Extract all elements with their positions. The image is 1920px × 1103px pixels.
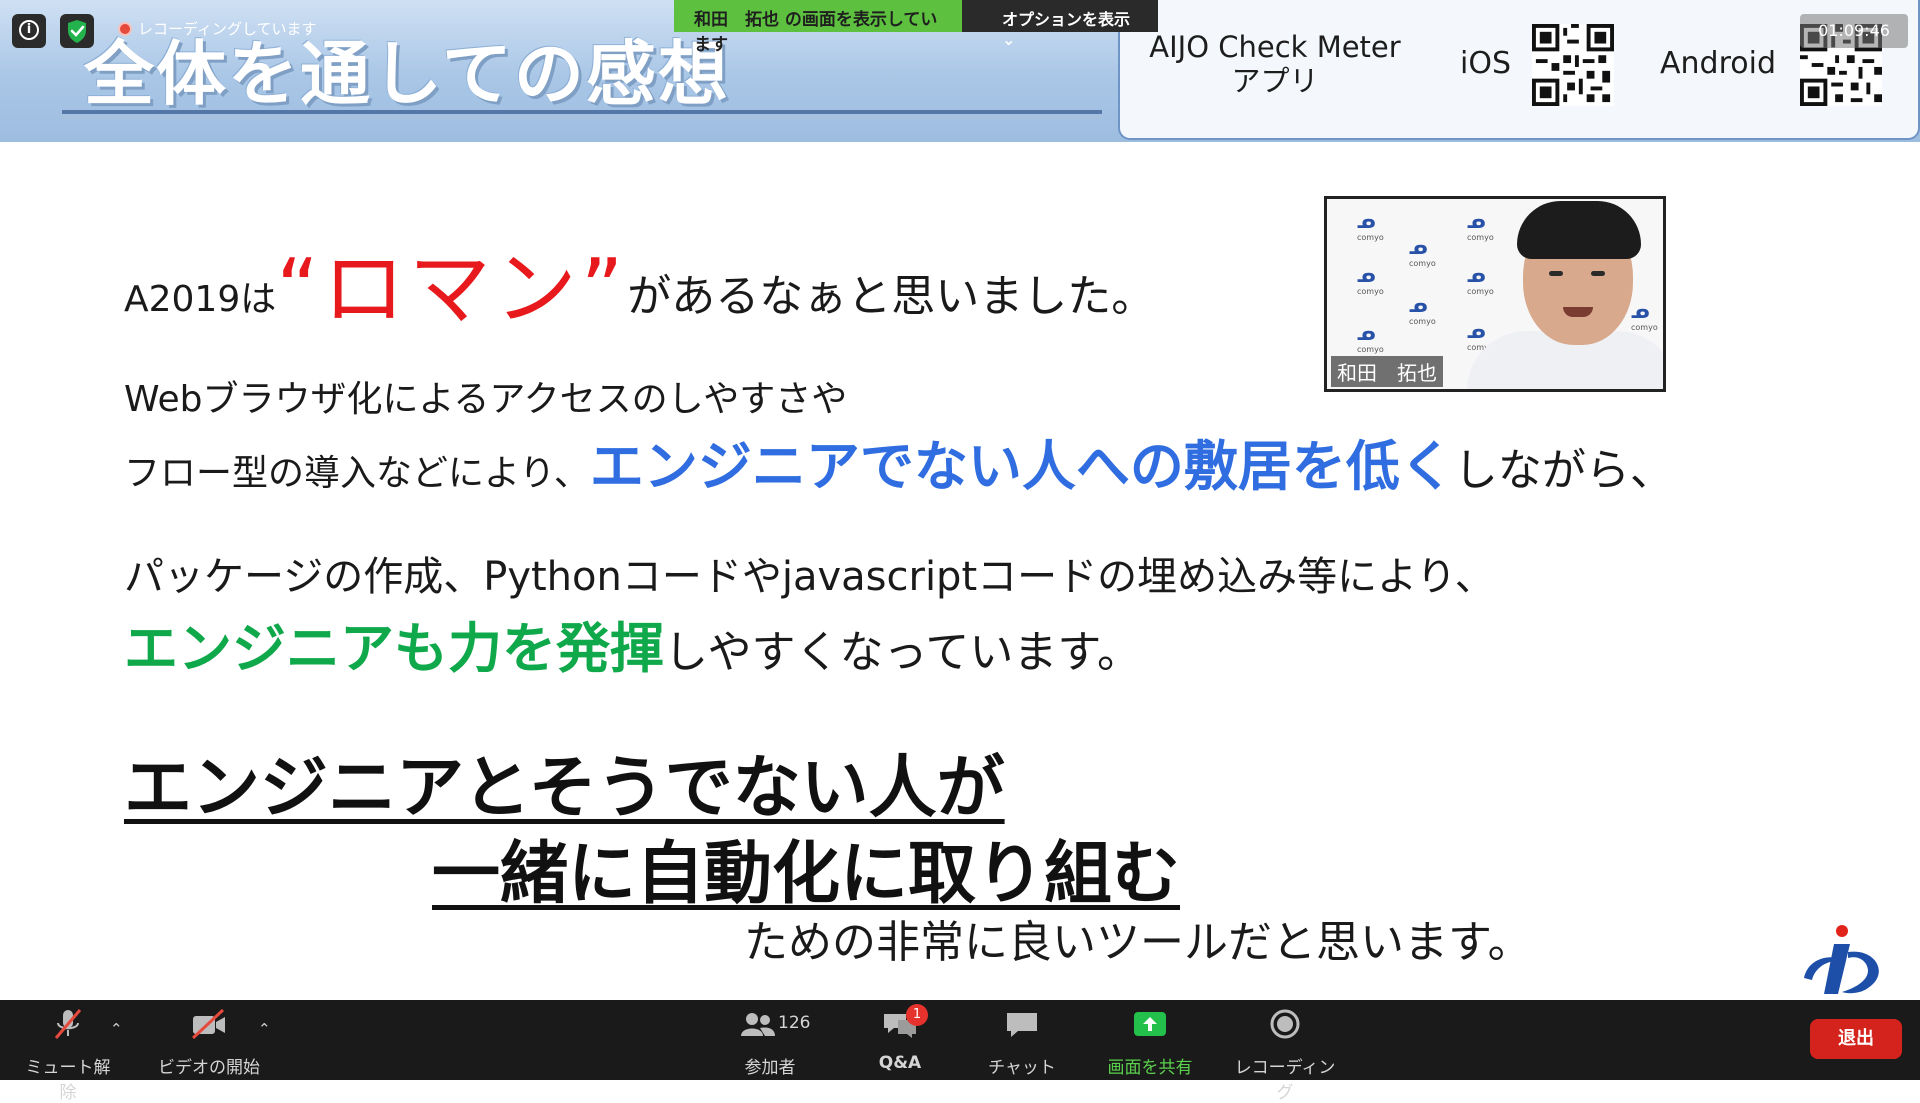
view-options-button[interactable]: オプションを表示 ⌄ [962, 0, 1158, 49]
green-highlight: エンジニアも力を発揮 [124, 617, 664, 680]
big-statement-2: 一緒に自動化に取り組む [432, 835, 1181, 914]
chat-label: チャット [988, 1058, 1056, 1078]
company-logo-icon [1804, 925, 1879, 994]
video-options-chevron-icon[interactable]: ⌃ [258, 1020, 271, 1038]
ios-qr-code-icon [1532, 24, 1614, 106]
line1-prefix: A2019は [124, 279, 277, 320]
unmute-button[interactable]: ミュート解除 [20, 1008, 116, 1103]
zoom-toolbar: ミュート解除 ⌃ ビデオの開始 ⌃ 126 参加者 1 Q&A チャット 画面を… [0, 1000, 1920, 1103]
unmute-label: ミュート解除 [25, 1058, 111, 1103]
cam-logo-9: ᓄ comyo [1631, 299, 1658, 332]
app-name-line1: AIJO Check Meter [1149, 30, 1401, 64]
slide-line-4: パッケージの作成、Pythonコードやjavascriptコードの埋め込み等によ… [124, 554, 1495, 600]
qa-label: Q&A [878, 1053, 922, 1073]
cam-logo-6: ᓄ comyo [1467, 263, 1494, 296]
big-statement-1: エンジニアとそうでない人が [124, 749, 1005, 828]
cam-logo-2: ᓄ comyo [1409, 235, 1436, 268]
screen-share-bar: 和田 拓也 の画面を表示しています オプションを表示 ⌄ [674, 0, 1158, 55]
security-button[interactable] [60, 14, 94, 48]
start-video-button[interactable]: ビデオの開始 [154, 1008, 264, 1078]
cam-logo-5: ᓄ comyo [1409, 293, 1436, 326]
cam-logo-3: ᓄ comyo [1467, 209, 1494, 242]
record-button[interactable]: レコーディング [1230, 1008, 1340, 1103]
share-screen-label: 画面を共有 [1107, 1058, 1193, 1078]
app-name-line2: アプリ [1231, 64, 1319, 98]
line1-suffix: があるなぁと思いました。 [627, 271, 1156, 322]
recording-dot-icon [118, 22, 132, 36]
chat-button[interactable]: チャット [988, 1008, 1056, 1078]
share-screen-icon [1134, 1012, 1166, 1036]
sharing-banner: 和田 拓也 の画面を表示しています [674, 0, 962, 55]
slide-line-5: エンジニアも力を発揮しやすくなっています。 [124, 604, 1141, 683]
chat-icon [1007, 1013, 1037, 1037]
line3-suffix: しながら、 [1453, 445, 1674, 496]
shared-slide: 全体を通しての感想 AIJO Check Meter アプリ iOS Andro… [0, 0, 1920, 1000]
webcam-name-label: 和田 拓也 [1331, 356, 1443, 387]
line3-prefix: フロー型の導入などにより、 [124, 453, 590, 494]
title-underline [62, 110, 1102, 114]
person-eye-right [1591, 271, 1605, 276]
qa-button[interactable]: 1 Q&A [870, 1004, 930, 1073]
record-icon [1270, 1009, 1300, 1039]
mic-muted-icon [54, 1009, 82, 1039]
webcam-tile[interactable]: ᓄ comyo ᓄ comyo ᓄ comyo ᓄ comyo ᓄ comyo ᓄ comy… [1324, 196, 1666, 392]
roman-highlight: “ロマン” [276, 242, 628, 337]
leave-meeting-button[interactable]: 退出 [1810, 1019, 1902, 1059]
title-underline-thin [62, 116, 1102, 118]
cam-logo-1: ᓄ comyo [1357, 209, 1384, 242]
android-label: Android [1660, 46, 1776, 81]
participants-label: 参加者 [744, 1058, 796, 1078]
slide-line-2: Webブラウザ化によるアクセスのしやすさや [124, 379, 848, 420]
video-off-icon [191, 1008, 225, 1040]
participants-count: 126 [778, 1013, 811, 1033]
cam-logo-4: ᓄ comyo [1357, 263, 1384, 296]
closing-line: ための非常に良いツールだと思います。 [744, 917, 1532, 968]
start-video-label: ビデオの開始 [158, 1058, 260, 1078]
recording-text: レコーディングしています [138, 20, 317, 38]
participants-icon [741, 1013, 775, 1036]
ios-label: iOS [1460, 46, 1511, 81]
participants-button[interactable]: 126 参加者 [738, 1008, 810, 1078]
meeting-timer: 01:09:46 [1800, 14, 1908, 48]
info-icon: i [19, 20, 39, 40]
audio-options-chevron-icon[interactable]: ⌃ [110, 1020, 123, 1038]
slide-line-1: A2019は“ロマン”があるなぁと思いました。 [124, 222, 1155, 341]
person-eye-left [1549, 271, 1563, 276]
recording-indicator: レコーディングしています [118, 18, 317, 39]
share-screen-button[interactable]: 画面を共有 [1100, 1008, 1200, 1078]
line5-suffix: しやすくなっています。 [664, 627, 1141, 678]
record-label: レコーディング [1234, 1058, 1336, 1103]
app-name: AIJO Check Meter アプリ [1140, 30, 1410, 98]
blue-highlight: エンジニアでない人への敷居を低く [589, 435, 1454, 498]
shield-check-icon [68, 20, 86, 43]
cam-logo-7: ᓄ comyo [1357, 321, 1384, 354]
slide-line-3: フロー型の導入などにより、エンジニアでない人への敷居を低くしながら、 [124, 422, 1674, 501]
person-hair [1517, 201, 1641, 259]
qa-badge: 1 [906, 1004, 928, 1026]
meeting-info-button[interactable]: i [12, 14, 46, 48]
